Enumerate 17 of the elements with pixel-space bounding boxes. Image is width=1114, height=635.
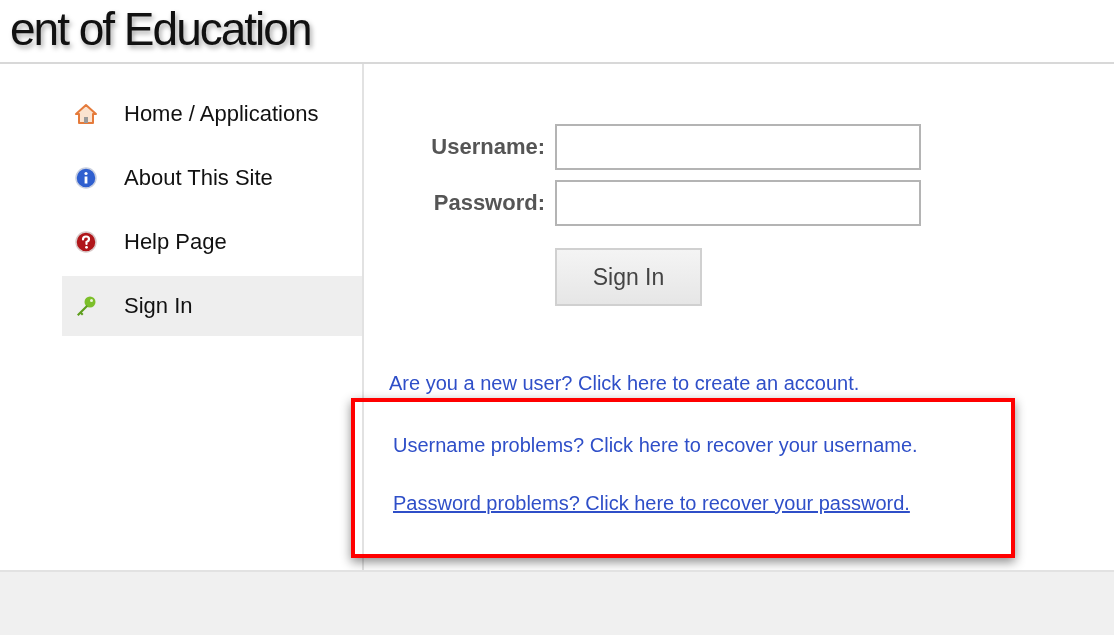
nav-item[interactable]: Sign In	[62, 276, 362, 336]
help-icon	[74, 230, 98, 254]
help-link[interactable]: Username problems? Click here to recover your username.	[393, 432, 918, 458]
input-field[interactable]	[555, 124, 921, 170]
nav-item[interactable]: Help Page	[62, 212, 362, 272]
help-link[interactable]: Password problems? Click here to recover your password.	[393, 490, 910, 516]
input-field[interactable]	[555, 180, 921, 226]
field-label: Password:	[432, 190, 545, 216]
nav-item[interactable]: Home / Applications	[62, 84, 362, 144]
help-link[interactable]: Are you a new user? Click here to create an account.	[389, 370, 860, 396]
house-icon	[74, 102, 98, 126]
field-label: Username:	[430, 134, 545, 160]
key-icon	[74, 294, 98, 318]
sign-in-button[interactable]: Sign In	[555, 248, 702, 306]
site-title: ent of Education	[10, 2, 311, 57]
nav-item[interactable]: About This Site	[62, 148, 362, 208]
info-icon	[74, 166, 98, 190]
